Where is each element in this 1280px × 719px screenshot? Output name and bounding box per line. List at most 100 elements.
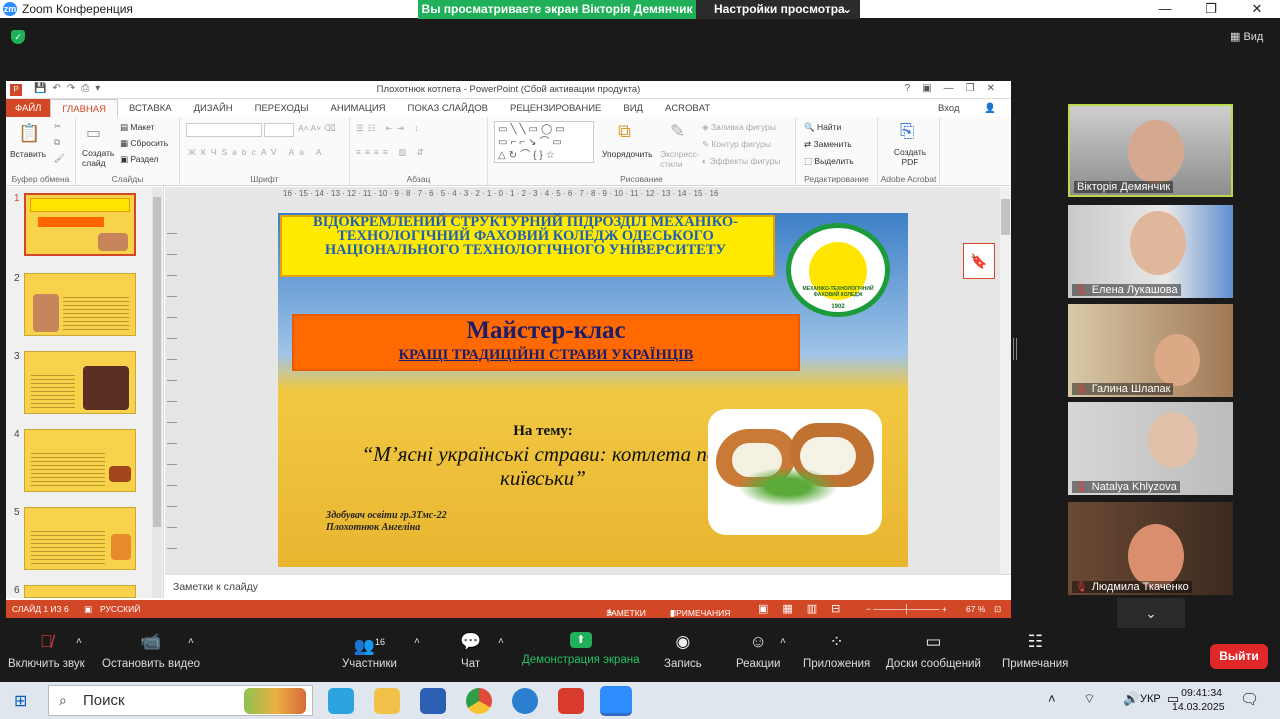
font-format-icons[interactable]: ЖКЧSabcAV Aa A (188, 147, 326, 157)
zoom-taskbar-icon[interactable] (600, 686, 632, 716)
tray-icons[interactable]: ˄ ⌔ 🔊 ▭ (1048, 691, 1191, 707)
quick-styles-icon[interactable]: ✎ (670, 121, 685, 142)
font-name-box[interactable] (186, 123, 262, 137)
tab-file[interactable]: ФАЙЛ (6, 99, 51, 117)
record-button[interactable]: ◉ Запись (664, 632, 702, 670)
participant-tile[interactable]: Вікторія Демянчик (1068, 104, 1233, 197)
chat-button[interactable]: 💬 Чат (460, 632, 481, 670)
slide-scrollbar[interactable] (1000, 187, 1011, 574)
proofing-icon[interactable]: ▣ (84, 604, 92, 615)
thumbs-scrollbar[interactable] (152, 187, 162, 598)
notes-button[interactable]: ☷ Примечания (1002, 632, 1068, 670)
slide-scroll-thumb[interactable] (1001, 199, 1010, 235)
tab-design[interactable]: ДИЗАЙН (183, 99, 244, 117)
chat-options-caret[interactable]: ˄ (498, 636, 504, 647)
shape-effects-button[interactable]: ◐ Эффекты фигуры (702, 156, 780, 166)
quick-styles-button[interactable]: Экспресс-стили (660, 149, 700, 169)
paste-button[interactable]: Вставить (10, 149, 46, 159)
zoom-slider[interactable]: − ─────┼───── + (866, 604, 947, 614)
create-pdf-button[interactable]: Создать PDF (890, 147, 930, 167)
pdf-icon[interactable]: ⎘ (900, 121, 914, 142)
font-grow-shrink-icons[interactable]: A˄ A˅ ⌫ (298, 123, 336, 134)
layout-button[interactable]: ▤ Макет (120, 122, 154, 133)
maximize-icon[interactable]: ❐ (1188, 0, 1234, 18)
reactions-button[interactable]: ☺ Реакции (736, 632, 780, 670)
tab-home[interactable]: ГЛАВНАЯ (50, 99, 118, 117)
tab-transitions[interactable]: ПЕРЕХОДЫ (244, 99, 320, 117)
thumbs-scroll-thumb[interactable] (153, 197, 161, 527)
word-icon[interactable] (420, 688, 446, 714)
chrome-icon[interactable] (466, 688, 492, 714)
windows-start-icon[interactable]: ⊞ (14, 691, 27, 711)
copy-icon[interactable]: ⧉ (54, 137, 60, 148)
minimize-icon[interactable]: — (1142, 0, 1188, 18)
thumb-slide-2[interactable] (24, 273, 136, 336)
thumb-slide-1[interactable] (24, 193, 136, 256)
taskbar-search[interactable]: ⌕ Поиск (48, 685, 313, 716)
participant-tile[interactable]: 🎙 Людмила Ткаченко (1068, 502, 1233, 595)
section-button[interactable]: ▣ Раздел (120, 154, 159, 165)
new-slide-icon[interactable]: ▭ (86, 123, 101, 143)
taskbar-clock[interactable]: 09:41:34 14.03.2025 (1172, 686, 1225, 714)
thumb-slide-4[interactable] (24, 429, 136, 492)
font-size-box[interactable] (264, 123, 294, 137)
video-options-caret[interactable]: ˄ (188, 636, 194, 647)
zoom-level[interactable]: 67 % (966, 604, 985, 614)
signin-link[interactable]: Вход 👤 (916, 99, 1011, 117)
paste-icon[interactable]: 📋 (18, 123, 40, 144)
format-painter-icon[interactable]: 🖌 (54, 153, 65, 164)
tab-insert[interactable]: ВСТАВКА (118, 99, 183, 117)
leave-button[interactable]: Выйти (1210, 644, 1268, 669)
find-button[interactable]: 🔍 Найти (804, 122, 841, 133)
shape-outline-button[interactable]: ✎ Контур фигуры (702, 139, 771, 150)
new-slide-button[interactable]: Создать слайд (82, 148, 116, 168)
audio-options-caret[interactable]: ˄ (76, 636, 82, 647)
unmute-button[interactable]: 🎙̸ Включить звук (8, 632, 85, 670)
view-button[interactable]: ▦ Вид (1230, 30, 1263, 43)
notifications-icon[interactable]: 🗨 (1240, 690, 1259, 708)
keyboard-language[interactable]: УКР (1140, 693, 1161, 705)
apps-button[interactable]: ⁘ Приложения (803, 632, 870, 670)
slide-main[interactable]: ВІДОКРЕМЛЕНИЙ СТРУКТУРНИЙ ПІДРОЗДІЛ МЕХА… (278, 213, 908, 567)
select-button[interactable]: ⬚ Выделить (804, 156, 854, 167)
participants-options-caret[interactable]: ˄ (414, 636, 420, 647)
tab-slideshow[interactable]: ПОКАЗ СЛАЙДОВ (397, 99, 499, 117)
stop-video-button[interactable]: 📹 Остановить видео (102, 632, 200, 670)
participant-tile[interactable]: 🎙 Елена Лукашова (1068, 205, 1233, 298)
participants-button[interactable]: 👥16 Участники (342, 632, 397, 670)
acrobat-icon[interactable] (558, 688, 584, 714)
shape-fill-button[interactable]: ◈ Заливка фигуры (702, 122, 776, 133)
whiteboards-button[interactable]: ▭ Доски сообщений (886, 632, 981, 670)
thumb-slide-5[interactable] (24, 507, 136, 570)
participant-tile[interactable]: 🎙 Галина Шлапак (1068, 304, 1233, 397)
view-mode-icons[interactable]: ▣▦▥⊟ (758, 602, 854, 615)
chevron-down-icon[interactable]: ⌄ (1117, 598, 1185, 628)
split-handle[interactable] (1013, 338, 1017, 360)
tab-animation[interactable]: АНИМАЦИЯ (320, 99, 397, 117)
list-icons[interactable]: ☰☷ ⇤⇥ ↕ (356, 123, 422, 134)
cut-icon[interactable]: ✂ (54, 121, 61, 132)
shapes-gallery[interactable]: ▭╲╲▭◯▭ ▭⌐⌐↘⌒▭ △↻⌒{}☆ (494, 121, 594, 163)
replace-button[interactable]: ⇄ Заменить (804, 139, 852, 150)
close-icon[interactable]: ✕ (1234, 0, 1280, 18)
reactions-options-caret[interactable]: ˄ (780, 636, 786, 647)
language-indicator[interactable]: РУССКИЙ (100, 604, 140, 614)
reset-button[interactable]: ▦ Сбросить (120, 138, 168, 149)
fit-slide-icon[interactable]: ⊡ (994, 604, 1001, 615)
telegram-icon[interactable] (328, 688, 354, 714)
arrange-icon[interactable]: ⧉ (618, 121, 631, 142)
edge-icon[interactable] (512, 688, 538, 714)
tab-review[interactable]: РЕЦЕНЗИРОВАНИЕ (499, 99, 612, 117)
bookmark-icon[interactable]: 🔖 (963, 243, 995, 279)
view-settings-dropdown[interactable]: Настройки просмотра ⌄ (696, 0, 860, 19)
file-explorer-icon[interactable] (374, 688, 400, 714)
ppt-window-controls[interactable]: ?▣—❐✕ (905, 83, 1007, 94)
thumb-slide-6[interactable] (24, 585, 136, 598)
shield-icon[interactable]: ✓ (11, 30, 25, 44)
thumb-slide-3[interactable] (24, 351, 136, 414)
tab-acrobat[interactable]: ACROBAT (654, 99, 721, 117)
notes-pane[interactable]: Заметки к слайду (165, 574, 1011, 598)
tab-view[interactable]: ВИД (612, 99, 654, 117)
share-screen-button[interactable]: ⬆ Демонстрация экрана (522, 632, 640, 666)
participant-tile[interactable]: 🎙 Natalya Khlyzova (1068, 402, 1233, 495)
